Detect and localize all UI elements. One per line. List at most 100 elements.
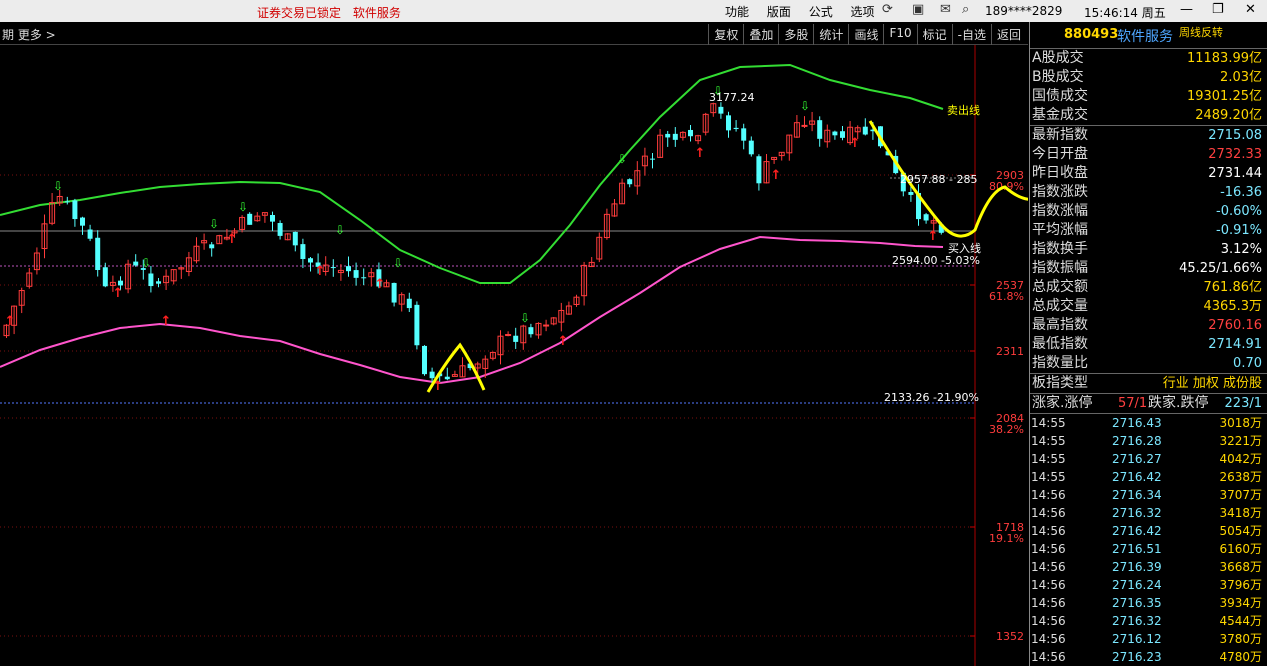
tick-row: 14:55 2716.43 3018万	[1030, 414, 1267, 432]
axis-percent: 61.8%	[989, 290, 1024, 303]
tick-volume: 3934万	[1219, 596, 1262, 610]
buy-arrow-icon: ↑	[5, 314, 16, 329]
stat-row: 最高指数 2760.16	[1030, 316, 1267, 335]
search-icon[interactable]: ⌕	[962, 2, 969, 17]
candle-body	[72, 200, 78, 220]
menu-function[interactable]: 功能	[725, 5, 749, 19]
tick-row: 14:56 2716.32 3418万	[1030, 504, 1267, 522]
tick-row: 14:56 2716.32 4544万	[1030, 612, 1267, 630]
status-notice: 证券交易已锁定 软件服务	[257, 4, 409, 21]
index-name[interactable]: 软件服务	[1117, 26, 1173, 46]
period-more[interactable]: 期 更多 >	[2, 26, 56, 43]
tick-volume: 6160万	[1219, 542, 1262, 556]
sell-arrow-icon: ⇩	[520, 311, 530, 325]
candle-body	[672, 133, 678, 140]
stat-label: 指数振幅	[1032, 260, 1088, 276]
tick-row: 14:56 2716.39 3668万	[1030, 558, 1267, 576]
type-row: 板指类型 行业 加权 成份股	[1032, 374, 1262, 393]
buy-arrow-icon: ↑	[227, 232, 238, 247]
candle-body	[414, 304, 420, 346]
tick-row: 14:55 2716.28 3221万	[1030, 432, 1267, 450]
index-code: 880493	[1064, 27, 1119, 42]
low-label: 2133.26 -21.90%	[884, 391, 979, 404]
tick-price: 2716.35	[1112, 596, 1162, 610]
tick-price: 2716.42	[1112, 524, 1162, 538]
message-icon[interactable]: ✉	[940, 2, 951, 17]
account-phone[interactable]: 189****2829	[985, 4, 1062, 18]
btn-back[interactable]: 返回	[990, 24, 1026, 45]
tick-time: 14:56	[1031, 524, 1066, 538]
restore-icon[interactable]: ❐	[1212, 2, 1224, 17]
chart-grid	[0, 174, 975, 637]
minimize-icon[interactable]: —	[1180, 2, 1193, 17]
candle-body	[95, 237, 101, 271]
sell-arrow-icon: ⇩	[617, 152, 627, 166]
candle-body	[292, 231, 298, 246]
tick-row: 14:56 2716.23 4780万	[1030, 648, 1267, 666]
tick-price: 2716.34	[1112, 488, 1162, 502]
updown-row: 涨家.涨停 57/1 跌家.跌停 223/1	[1032, 395, 1262, 411]
candle-body	[513, 335, 519, 342]
candle-body	[247, 213, 253, 225]
candle-body	[748, 140, 754, 155]
tick-row: 14:56 2716.24 3796万	[1030, 576, 1267, 594]
btn-f10[interactable]: F10	[883, 24, 916, 45]
stat-value: 2489.20亿	[1195, 108, 1262, 123]
kline-chart[interactable]: ↑↑↑↑↑↑↑↑↑↑↑↑⇩⇩⇩⇩⇩⇩⇩⇩⇩⇩ 290380.9%253761.8…	[0, 45, 1028, 666]
sell-arrow-icon: ⇩	[335, 223, 345, 237]
tick-volume: 3707万	[1219, 488, 1262, 502]
stat-row: 指数换手 3.12%	[1030, 240, 1267, 259]
menu-options[interactable]: 选项	[851, 5, 875, 19]
refresh-icon[interactable]: ⟳	[882, 2, 893, 17]
tick-time: 14:55	[1031, 416, 1066, 430]
close-icon[interactable]: ✕	[1245, 2, 1256, 17]
stat-label: 最新指数	[1032, 127, 1088, 143]
candle-body	[908, 192, 914, 195]
btn-watchlist[interactable]: -自选	[951, 24, 991, 45]
type-value[interactable]: 行业 加权 成份股	[1163, 374, 1262, 393]
btn-overlay[interactable]: 叠加	[743, 24, 778, 45]
stat-label: 最高指数	[1032, 317, 1088, 333]
tick-time: 14:55	[1031, 470, 1066, 484]
candle-body	[346, 266, 351, 272]
candle-body	[406, 298, 412, 309]
candle-body	[133, 261, 139, 266]
menu-layout[interactable]: 版面	[767, 5, 791, 19]
price-axis: 290380.9%253761.8%2311208438.2%171819.1%…	[970, 45, 1024, 666]
stat-row: 平均涨幅 -0.91%	[1030, 221, 1267, 240]
candle-body	[429, 371, 435, 379]
stat-label: 指数涨幅	[1032, 203, 1088, 219]
tick-volume: 4042万	[1219, 452, 1262, 466]
stat-label: 指数量比	[1032, 355, 1088, 371]
btn-multi[interactable]: 多股	[778, 24, 813, 45]
tick-price: 2716.43	[1112, 416, 1162, 430]
stat-row: 最新指数 2715.08	[1030, 126, 1267, 145]
sell-line	[0, 63, 944, 284]
btn-mark[interactable]: 标记	[916, 24, 952, 45]
btn-adjust[interactable]: 复权	[708, 24, 743, 45]
tick-volume: 3018万	[1219, 416, 1262, 430]
signal-flag: 周线反转	[1179, 26, 1223, 39]
candle-body	[87, 229, 93, 239]
tick-time: 14:55	[1031, 452, 1066, 466]
candle-body	[308, 258, 313, 263]
sell-arrow-icon: ⇩	[238, 200, 248, 214]
tick-list[interactable]: 14:55 2716.43 3018万 14:55 2716.28 3221万 14:55 2…	[1030, 414, 1267, 666]
candle-body	[840, 131, 845, 138]
sector-link[interactable]: 软件服务	[353, 6, 401, 20]
stat-label: 指数换手	[1032, 241, 1088, 257]
btn-draw[interactable]: 画线	[848, 24, 883, 45]
stat-row: 指数量比 0.70	[1030, 354, 1267, 373]
tick-price: 2716.27	[1112, 452, 1162, 466]
title-bar: 证券交易已锁定 软件服务 功能 版面 公式 选项 ⟳ ▣ ✉ ⌕ 189****…	[0, 0, 1267, 22]
candle-body	[627, 179, 633, 185]
sell-arrow-icon: ⇩	[141, 256, 151, 270]
menu-formula[interactable]: 公式	[809, 5, 833, 19]
stat-row: B股成交 2.03亿	[1030, 68, 1267, 87]
save-icon[interactable]: ▣	[912, 2, 924, 17]
sell-arrow-icon: ⇩	[393, 256, 403, 270]
tick-volume: 4780万	[1219, 650, 1262, 664]
candle-body	[688, 129, 693, 137]
candle-body	[817, 120, 823, 139]
btn-stats[interactable]: 统计	[813, 24, 848, 45]
